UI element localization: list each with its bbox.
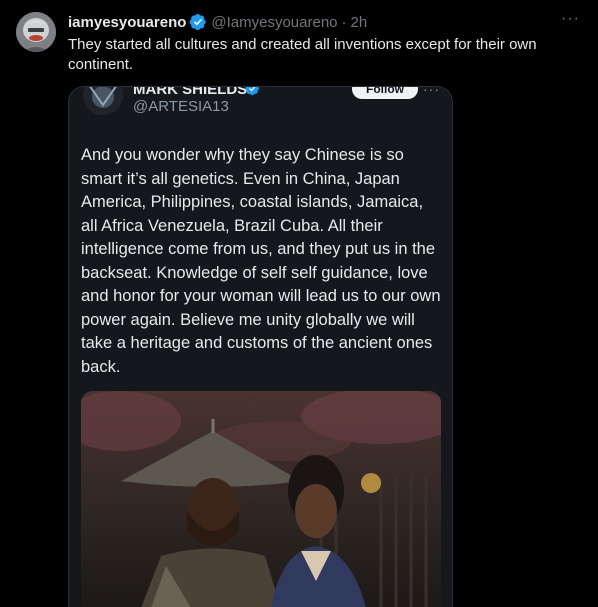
embedded-tweet-body: And you wonder why they say Chinese is s… (81, 146, 441, 376)
author-display-name[interactable]: iamyesyouareno (68, 14, 186, 31)
tweet-timestamp[interactable]: 2h (351, 14, 368, 31)
tweet-header: iamyesyouareno @Iamyesyouareno · 2h (68, 12, 578, 32)
tweet-media-image[interactable]: MARK SHIELDS @ARTESIA13 Follow ··· And y… (68, 86, 453, 607)
embedded-follow-button: Follow (352, 87, 418, 99)
embedded-photo (81, 391, 441, 607)
tweet-text: They started all cultures and created al… (68, 36, 537, 73)
embedded-handle: @ARTESIA13 (133, 98, 229, 115)
embedded-display-name: MARK SHIELDS (133, 86, 248, 98)
avatar-image (16, 12, 56, 52)
embedded-verified-icon (245, 87, 259, 96)
author-avatar[interactable] (16, 12, 56, 52)
embedded-avatar-image (83, 87, 123, 115)
verified-badge-icon (190, 13, 207, 31)
separator-dot: · (341, 13, 347, 31)
embedded-photo-illustration (81, 391, 441, 607)
more-options-icon[interactable]: ··· (561, 10, 580, 28)
embedded-avatar (83, 87, 123, 115)
embedded-tweet-header: MARK SHIELDS @ARTESIA13 Follow ··· (69, 87, 452, 123)
embedded-more-icon: ··· (423, 86, 440, 97)
author-handle[interactable]: @Iamyesyouareno (211, 14, 337, 31)
